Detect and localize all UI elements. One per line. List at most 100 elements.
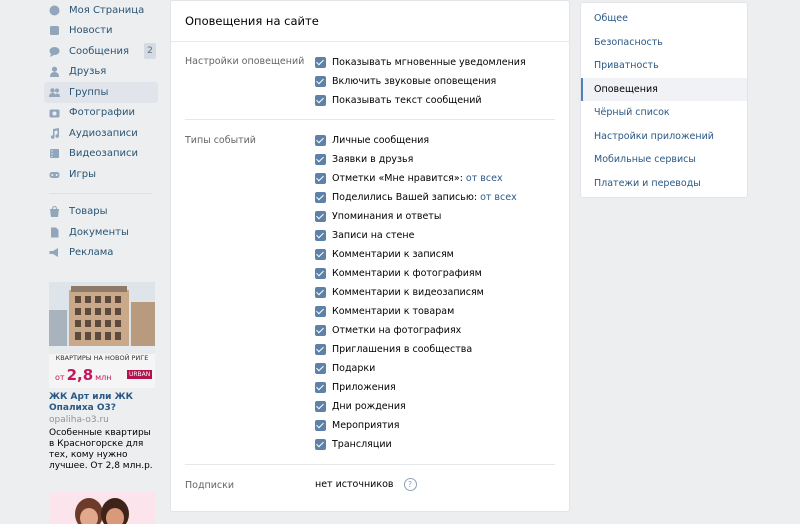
settings-menu-item[interactable]: Общее: [581, 7, 747, 31]
ad-image[interactable]: КВАРТИРЫ НА НОВОЙ РИГЕ от 2,8 млн URBAN: [49, 282, 155, 388]
settings-menu-item[interactable]: Безопасность: [581, 31, 747, 55]
checkbox-checked-icon[interactable]: [315, 401, 326, 412]
checkbox-checked-icon[interactable]: [315, 420, 326, 431]
checkbox-checked-icon[interactable]: [315, 344, 326, 355]
checkbox-row[interactable]: Подарки: [185, 359, 555, 378]
nav-item-label: Видеозаписи: [69, 148, 139, 160]
unread-count-badge: 2: [144, 43, 156, 60]
audience-link[interactable]: от всех: [480, 192, 517, 203]
groups-icon: [49, 87, 60, 98]
checkbox-checked-icon[interactable]: [315, 325, 326, 336]
checkbox-row[interactable]: Упоминания и ответы: [185, 207, 555, 226]
checkbox-checked-icon[interactable]: [315, 57, 326, 68]
checkbox-checked-icon[interactable]: [315, 363, 326, 374]
checkbox-label: Приглашения в сообщества: [332, 344, 473, 355]
checkbox-label: Показывать текст сообщений: [332, 95, 482, 106]
checkbox-checked-icon[interactable]: [315, 287, 326, 298]
checkbox-row[interactable]: Показывать текст сообщений: [185, 91, 555, 110]
audience-link[interactable]: от всех: [466, 173, 503, 184]
nav-item-groups[interactable]: Группы: [44, 82, 158, 103]
settings-menu-item[interactable]: Мобильные сервисы: [581, 148, 747, 172]
checkbox-label: Личные сообщения: [332, 135, 430, 146]
ad-block-2[interactable]: [49, 492, 155, 524]
nav-item-label: Новости: [69, 25, 113, 37]
settings-menu-item[interactable]: Чёрный список: [581, 101, 747, 125]
checkbox-label: Упоминания и ответы: [332, 211, 442, 222]
checkbox-row[interactable]: Записи на стене: [185, 226, 555, 245]
checkbox-checked-icon[interactable]: [315, 306, 326, 317]
ad-image-2[interactable]: [49, 492, 155, 524]
checkbox-row[interactable]: Отметки на фотографиях: [185, 321, 555, 340]
nav-item-label: Сообщения: [69, 45, 130, 57]
nav-item-games[interactable]: Игры: [44, 164, 158, 185]
nav-item-messages[interactable]: Сообщения 2: [44, 41, 158, 62]
checkbox-checked-icon[interactable]: [315, 211, 326, 222]
checkbox-checked-icon[interactable]: [315, 173, 326, 184]
nav-item-friends[interactable]: Друзья: [44, 62, 158, 83]
checkbox-row[interactable]: Поделились Вашей записью: от всех: [185, 188, 555, 207]
checkbox-row[interactable]: Заявки в друзья: [185, 150, 555, 169]
nav-item-label: Товары: [69, 206, 108, 218]
nav-item-ads[interactable]: Реклама: [44, 243, 158, 264]
checkbox-checked-icon[interactable]: [315, 135, 326, 146]
checkbox-row[interactable]: Комментарии к записям: [185, 245, 555, 264]
checkbox-row[interactable]: Приглашения в сообщества: [185, 340, 555, 359]
checkbox-row[interactable]: Трансляции: [185, 435, 555, 454]
ad-brand-logo: URBAN: [127, 370, 153, 379]
ad-price-prefix: от: [55, 373, 65, 382]
events-list: Личные сообщения Заявки в друзья Отметки «…: [185, 131, 555, 454]
page-title: Оповещения на сайте: [171, 1, 569, 42]
checkbox-row[interactable]: Отметки «Мне нравится»: от всех: [185, 169, 555, 188]
nav-item-label: Друзья: [69, 66, 107, 78]
ad-text: Особенные квартиры в Красногорске для те…: [49, 428, 153, 471]
checkbox-label: Приложения: [332, 382, 396, 393]
checkbox-checked-icon[interactable]: [315, 76, 326, 87]
ad-domain: opaliha-o3.ru: [49, 415, 109, 425]
checkbox-row[interactable]: Комментарии к товарам: [185, 302, 555, 321]
checkbox-checked-icon[interactable]: [315, 95, 326, 106]
checkbox-row[interactable]: Дни рождения: [185, 397, 555, 416]
checkbox-row[interactable]: Комментарии к видеозаписям: [185, 283, 555, 302]
settings-menu-item[interactable]: Оповещения: [581, 77, 747, 101]
nav-item-goods[interactable]: Товары: [44, 202, 158, 223]
nav-item-news[interactable]: Новости: [44, 21, 158, 42]
nav-item-music[interactable]: Аудиозаписи: [44, 123, 158, 144]
nav-item-video[interactable]: Видеозаписи: [44, 144, 158, 165]
checkbox-label: Показывать мгновенные уведомления: [332, 57, 526, 68]
help-icon[interactable]: ?: [403, 478, 417, 491]
checkbox-label: Мероприятия: [332, 420, 400, 431]
nav-extra-list: Товары Документы Реклама: [44, 202, 158, 264]
checkbox-label: Комментарии к записям: [332, 249, 454, 260]
notifications-panel: Оповещения на сайте Настройки оповещений…: [170, 0, 570, 512]
ad-title[interactable]: ЖК Арт или ЖК Опалиха О3?: [49, 392, 155, 414]
settings-menu-item[interactable]: Настройки приложений: [581, 125, 747, 149]
subscriptions-value-row: нет источников ?: [315, 478, 417, 491]
subscriptions-label: Подписки: [185, 480, 235, 491]
events-section: Типы событий Личные сообщения Заявки в др…: [185, 120, 555, 464]
checkbox-checked-icon[interactable]: [315, 382, 326, 393]
checkbox-checked-icon[interactable]: [315, 249, 326, 260]
settings-menu-item[interactable]: Платежи и переводы: [581, 172, 747, 196]
checkbox-row[interactable]: Приложения: [185, 378, 555, 397]
checkbox-label: Отметки на фотографиях: [332, 325, 462, 336]
checkbox-checked-icon[interactable]: [315, 230, 326, 241]
left-navigation: Моя Страница Новости Сообщения 2 Друзья Групп…: [44, 0, 158, 263]
checkbox-label: Трансляции: [332, 439, 392, 450]
checkbox-row[interactable]: Мероприятия: [185, 416, 555, 435]
nav-item-photos[interactable]: Фотографии: [44, 103, 158, 124]
checkbox-label: Поделились Вашей записью:: [332, 192, 478, 203]
checkbox-checked-icon[interactable]: [315, 154, 326, 165]
nav-item-docs[interactable]: Документы: [44, 222, 158, 243]
checkbox-row[interactable]: Включить звуковые оповещения: [185, 72, 555, 91]
ad-block[interactable]: КВАРТИРЫ НА НОВОЙ РИГЕ от 2,8 млн URBAN …: [49, 282, 155, 472]
nav-item-home[interactable]: Моя Страница: [44, 0, 158, 21]
home-icon: [49, 5, 60, 16]
subscriptions-section: Подписки нет источников ?: [185, 465, 555, 507]
checkbox-checked-icon[interactable]: [315, 439, 326, 450]
checkbox-checked-icon[interactable]: [315, 268, 326, 279]
checkbox-checked-icon[interactable]: [315, 192, 326, 203]
checkbox-row[interactable]: Комментарии к фотографиям: [185, 264, 555, 283]
checkbox-label: Комментарии к фотографиям: [332, 268, 482, 279]
video-icon: [49, 148, 60, 159]
settings-menu-item[interactable]: Приватность: [581, 54, 747, 78]
